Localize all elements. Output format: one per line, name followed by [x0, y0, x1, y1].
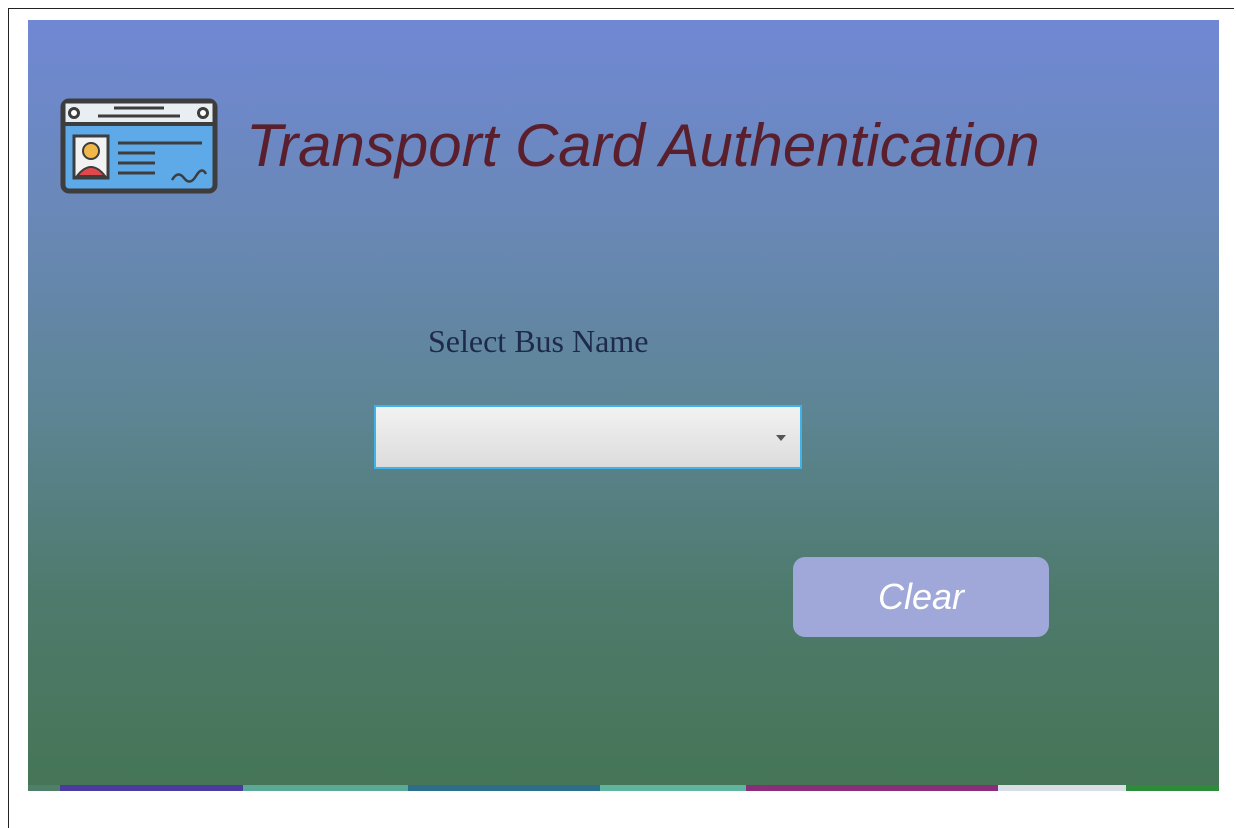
strip-segment	[408, 785, 600, 791]
clear-button[interactable]: Clear	[793, 557, 1049, 637]
strip-segment	[28, 785, 60, 791]
strip-segment	[60, 785, 243, 791]
strip-segment	[998, 785, 1126, 791]
id-card-icon	[60, 98, 218, 194]
bus-name-select[interactable]	[374, 405, 802, 469]
strip-segment	[746, 785, 998, 791]
select-bus-label: Select Bus Name	[428, 323, 649, 359]
bottom-color-strip	[28, 785, 1219, 791]
app-panel: Transport Card Authentication Select Bus…	[28, 20, 1219, 791]
page-title: Transport Card Authentication	[246, 112, 1040, 179]
chevron-down-icon	[776, 435, 786, 441]
strip-segment	[243, 785, 408, 791]
header: Transport Card Authentication	[60, 98, 1040, 194]
strip-segment	[1126, 785, 1219, 791]
strip-segment	[600, 785, 746, 791]
